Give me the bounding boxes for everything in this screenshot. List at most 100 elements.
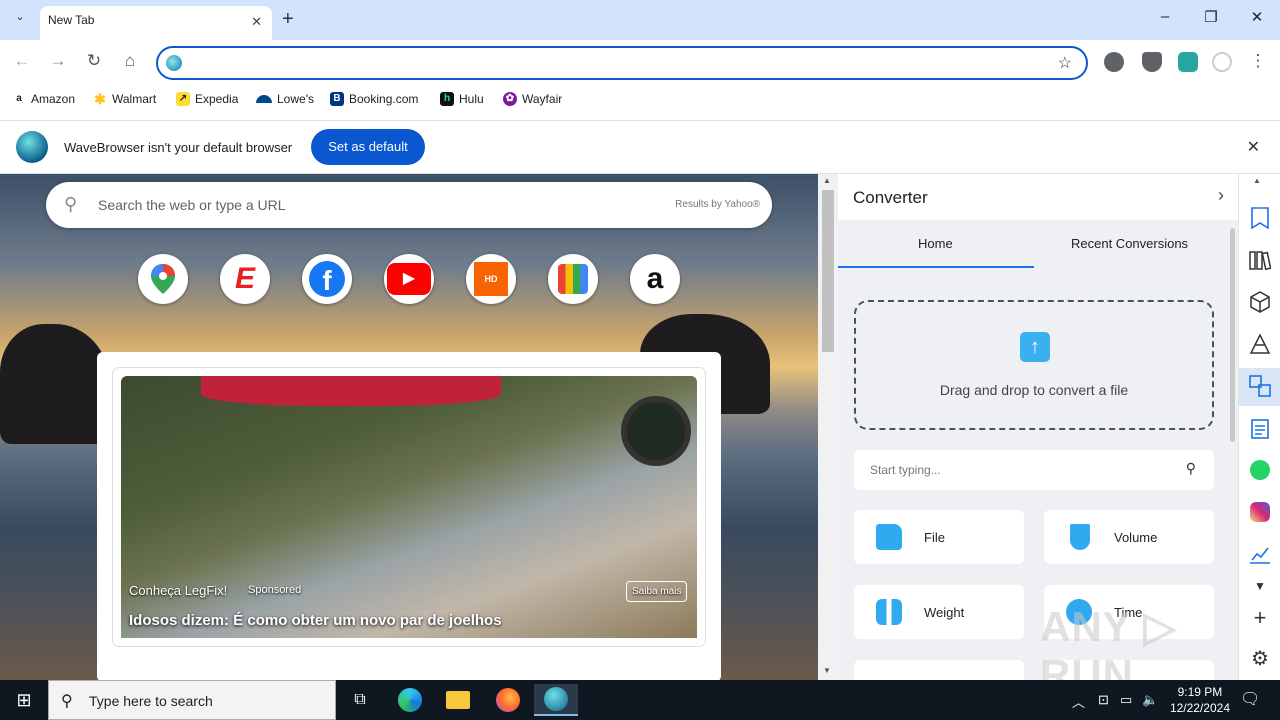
shortcut-facebook[interactable]: f bbox=[302, 254, 352, 304]
bookmark-booking[interactable]: B Booking.com bbox=[330, 92, 418, 106]
results-by-yahoo: Results by Yahoo® bbox=[675, 199, 760, 210]
sidebar-scroll-up-icon[interactable]: ▲ bbox=[1253, 176, 1261, 185]
home-button[interactable]: ⌂ bbox=[118, 51, 142, 75]
tab-close-icon[interactable]: ✕ bbox=[251, 14, 262, 30]
facebook-icon: f bbox=[309, 261, 345, 297]
chart-icon[interactable] bbox=[1248, 542, 1272, 566]
wavebrowser-taskbar-icon[interactable] bbox=[534, 684, 578, 716]
lowes-icon bbox=[256, 95, 272, 103]
close-window-button[interactable]: ✕ bbox=[1234, 8, 1280, 32]
category-more-1[interactable] bbox=[854, 660, 1024, 680]
sponsored-ad-card[interactable]: Conheça LegFix! Sponsored Saiba mais Ido… bbox=[97, 352, 721, 680]
triangle-shapes-icon[interactable] bbox=[1248, 332, 1272, 356]
category-weight[interactable]: Weight bbox=[854, 585, 1024, 639]
converter-title: Converter bbox=[853, 188, 928, 207]
taskbar-search-box[interactable]: ⚲ Type here to search bbox=[48, 680, 336, 720]
tab-new-tab[interactable]: New Tab ✕ bbox=[40, 6, 272, 40]
folder-icon bbox=[876, 524, 902, 550]
set-as-default-button[interactable]: Set as default bbox=[311, 129, 425, 165]
shortcut-maps[interactable] bbox=[138, 254, 188, 304]
converter-header: Converter › bbox=[838, 174, 1238, 220]
file-drop-zone[interactable]: ↑ Drag and drop to convert a file bbox=[854, 300, 1214, 430]
walmart-icon: ✱ bbox=[93, 91, 107, 107]
wavebrowser-logo-icon bbox=[16, 131, 48, 163]
close-icon[interactable]: ✕ bbox=[1247, 137, 1260, 157]
bookmark-wayfair[interactable]: ✿ Wayfair bbox=[503, 92, 562, 106]
windows-start-icon[interactable]: ⊞ bbox=[0, 680, 48, 720]
shield-icon[interactable] bbox=[1142, 52, 1162, 72]
taskbar-clock[interactable]: 9:19 PM 12/22/2024 bbox=[1170, 684, 1230, 716]
extension-stack-icon[interactable] bbox=[1104, 52, 1124, 72]
back-button[interactable]: ← bbox=[10, 51, 34, 75]
restore-button[interactable]: ❐ bbox=[1188, 8, 1234, 32]
search-box[interactable]: ⚲ Search the web or type a URL Results b… bbox=[46, 182, 772, 228]
bookmark-star-icon[interactable] bbox=[1248, 206, 1272, 230]
category-volume[interactable]: Volume bbox=[1044, 510, 1214, 564]
forward-button[interactable]: → bbox=[46, 51, 70, 75]
tray-chevron-up-icon[interactable]: ︿ bbox=[1072, 692, 1085, 711]
profile-icon[interactable] bbox=[1212, 52, 1232, 72]
ad-brand: Conheça LegFix! bbox=[129, 583, 228, 598]
new-tab-page: ⚲ Search the web or type a URL Results b… bbox=[0, 174, 818, 680]
file-explorer-icon[interactable] bbox=[436, 684, 480, 716]
firefox-icon[interactable] bbox=[486, 684, 530, 716]
booking-icon: B bbox=[330, 92, 344, 106]
ad-image[interactable]: Conheça LegFix! Sponsored Saiba mais Ido… bbox=[121, 376, 697, 638]
browser-toolbar: ← → ↻ ⌂ ☆ ⋮ bbox=[0, 40, 1280, 86]
scroll-down-icon[interactable]: ▼ bbox=[823, 666, 831, 675]
tab-search-button[interactable]: ⌄ bbox=[10, 10, 30, 30]
whatsapp-icon[interactable] bbox=[1248, 458, 1272, 482]
shortcut-youtube[interactable]: ▶ bbox=[384, 254, 434, 304]
reload-button[interactable]: ↻ bbox=[82, 51, 106, 75]
wave-toggle-icon[interactable] bbox=[1178, 52, 1198, 72]
clock-date: 12/22/2024 bbox=[1169, 701, 1230, 715]
edge-icon[interactable] bbox=[388, 684, 432, 716]
shortcut-shopping[interactable] bbox=[548, 254, 598, 304]
bookmark-star-icon[interactable]: ☆ bbox=[1058, 53, 1072, 73]
bookmark-expedia[interactable]: ↗ Expedia bbox=[176, 92, 238, 106]
cube-icon[interactable] bbox=[1248, 290, 1272, 314]
tab-recent-conversions[interactable]: Recent Conversions bbox=[1071, 236, 1188, 251]
bookmark-lowes[interactable]: Lowe's bbox=[256, 92, 314, 106]
menu-icon[interactable]: ⋮ bbox=[1246, 51, 1270, 75]
converter-search-placeholder: Start typing... bbox=[870, 463, 941, 477]
tray-volume-icon[interactable]: 🔈 bbox=[1142, 692, 1158, 708]
tray-monitor-icon[interactable]: ▭ bbox=[1120, 692, 1132, 708]
bookmarks-bar: a Amazon ✱ Walmart ↗ Expedia Lowe's B Bookin… bbox=[0, 86, 1280, 114]
tab-home[interactable]: Home bbox=[918, 236, 953, 251]
notes-icon[interactable] bbox=[1248, 416, 1272, 440]
bookmark-hulu[interactable]: h Hulu bbox=[440, 92, 484, 106]
minimize-button[interactable]: – bbox=[1142, 8, 1188, 32]
books-icon[interactable] bbox=[1248, 248, 1272, 272]
translate-converter-icon[interactable] bbox=[1248, 374, 1272, 398]
new-tab-button[interactable]: + bbox=[282, 8, 294, 31]
converter-scrollbar-thumb[interactable] bbox=[1230, 228, 1235, 442]
wayfair-icon: ✿ bbox=[503, 92, 517, 106]
bookmark-walmart[interactable]: ✱ Walmart bbox=[93, 92, 156, 106]
instagram-icon[interactable] bbox=[1248, 500, 1272, 524]
ad-title: Idosos dizem: É como obter um novo par d… bbox=[129, 612, 502, 629]
category-file[interactable]: File bbox=[854, 510, 1024, 564]
search-icon: ⚲ bbox=[64, 194, 78, 214]
expedia-icon: ↗ bbox=[176, 92, 190, 106]
scrollbar-thumb[interactable] bbox=[822, 190, 834, 352]
page-scrollbar[interactable]: ▲ ▼ bbox=[818, 174, 838, 680]
shortcut-espn[interactable]: E bbox=[220, 254, 270, 304]
youtube-icon: ▶ bbox=[387, 263, 431, 295]
ad-cta-button[interactable]: Saiba mais bbox=[626, 581, 688, 602]
bookmark-amazon[interactable]: a Amazon bbox=[12, 92, 75, 106]
shortcut-home-depot[interactable]: HD bbox=[466, 254, 516, 304]
converter-search-input[interactable]: Start typing... ⚲ bbox=[854, 450, 1214, 490]
chevron-right-icon[interactable]: › bbox=[1218, 185, 1224, 206]
windows-taskbar: ⊞ ⚲ Type here to search ⧉ ︿ ⊡ ▭ 🔈 9:19 P… bbox=[0, 680, 1280, 720]
task-view-icon[interactable]: ⧉ bbox=[338, 684, 382, 716]
address-bar[interactable]: ☆ bbox=[156, 46, 1088, 80]
notification-icon[interactable]: 🗨 bbox=[1240, 689, 1260, 709]
ad-sponsored-label: Sponsored bbox=[248, 584, 302, 596]
tray-network-icon[interactable]: ⊡ bbox=[1098, 692, 1109, 708]
taskbar-search-placeholder: Type here to search bbox=[89, 693, 213, 709]
chevron-down-icon[interactable]: ▼ bbox=[1248, 574, 1272, 598]
upload-arrow-icon: ↑ bbox=[1020, 332, 1050, 362]
scroll-up-icon[interactable]: ▲ bbox=[823, 176, 831, 185]
shortcut-amazon[interactable]: a bbox=[630, 254, 680, 304]
